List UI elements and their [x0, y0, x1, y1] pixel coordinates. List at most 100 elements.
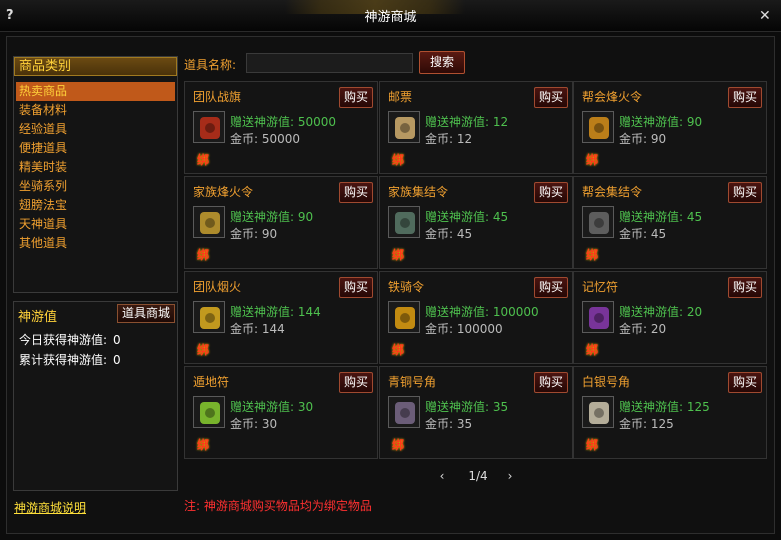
bound-badge: 绑 — [586, 248, 599, 262]
product-card[interactable]: 家族集结令 购买 赠送神游值: 45 金币: 45 绑 — [379, 176, 573, 269]
product-name: 遁地符 — [193, 375, 230, 389]
shen-you-title: 神游值 — [18, 310, 58, 325]
beacon-token-icon[interactable] — [582, 111, 614, 143]
product-card[interactable]: 记忆符 购买赠送神游值: 20 金币: 20 绑 — [573, 271, 767, 364]
prev-page-button[interactable]: ‹ — [434, 467, 450, 485]
rally-token-icon[interactable] — [388, 206, 420, 238]
product-card[interactable]: 遁地符 购买赠送神游值: 30 金币: 30 绑 — [184, 366, 378, 459]
buy-button[interactable]: 购买 — [534, 372, 568, 393]
notice-text: 注: 神游商城购买物品均为绑定物品 — [184, 499, 372, 513]
product-grid: 团队战旗 购买 赠送神游值: 50000 金币: 50000 绑邮票 购买 赠送神游值: 1… — [184, 81, 770, 460]
bound-badge: 绑 — [392, 438, 405, 452]
product-name: 青铜号角 — [388, 375, 437, 389]
price: 金币: 90 — [619, 132, 667, 146]
product-name: 帮会烽火令 — [582, 90, 643, 104]
category-item-other[interactable]: 其他道具 — [14, 234, 177, 253]
total-value-label: 累计获得神游值: — [19, 353, 108, 367]
price: 金币: 35 — [425, 417, 473, 431]
bound-badge: 绑 — [586, 438, 599, 452]
buy-button[interactable]: 购买 — [728, 277, 762, 298]
today-value: 0 — [113, 333, 121, 347]
buy-button[interactable]: 购买 — [534, 87, 568, 108]
buy-button[interactable]: 购买 — [339, 372, 373, 393]
product-card[interactable]: 团队战旗 购买 赠送神游值: 50000 金币: 50000 绑 — [184, 81, 378, 174]
buy-button[interactable]: 购买 — [728, 87, 762, 108]
price: 金币: 20 — [619, 322, 667, 336]
product-name: 团队战旗 — [193, 90, 242, 104]
category-item-hot[interactable]: 热卖商品 — [16, 82, 175, 101]
product-card[interactable]: 帮会烽火令 购买 赠送神游值: 90 金币: 90 绑 — [573, 81, 767, 174]
bound-badge: 绑 — [197, 153, 210, 167]
product-card[interactable]: 帮会集结令 购买 赠送神游值: 45 金币: 45 绑 — [573, 176, 767, 269]
escape-talisman-icon[interactable] — [193, 396, 225, 428]
product-card[interactable]: 邮票 购买 赠送神游值: 12 金币: 12 绑 — [379, 81, 573, 174]
bound-badge: 绑 — [392, 153, 405, 167]
product-card[interactable]: 青铜号角 购买 赠送神游值: 35 金币: 35 绑 — [379, 366, 573, 459]
bound-badge: 绑 — [197, 248, 210, 262]
total-value: 0 — [113, 353, 121, 367]
price: 金币: 50000 — [230, 132, 301, 146]
shop-help-link[interactable]: 神游商城说明 — [14, 499, 86, 516]
rally-token-icon[interactable] — [582, 206, 614, 238]
gift-value: 赠送神游值: 50000 — [230, 115, 337, 129]
stamp-icon[interactable] — [388, 111, 420, 143]
category-list: 热卖商品 装备材料 经验道具 便捷道具 精美时装 坐骑系列 翅膀法宝 天神道具 … — [14, 76, 177, 253]
page-indicator: 1/4 — [468, 469, 488, 483]
bound-badge: 绑 — [586, 343, 599, 357]
buy-button[interactable]: 购买 — [339, 182, 373, 203]
firework-icon[interactable] — [193, 301, 225, 333]
category-header: 商品类别 — [14, 57, 177, 76]
price: 金币: 30 — [230, 417, 278, 431]
product-card[interactable]: 白银号角 购买 赠送神游值: 125 金币: 125 绑 — [573, 366, 767, 459]
buy-button[interactable]: 购买 — [534, 277, 568, 298]
category-item-mounts[interactable]: 坐骑系列 — [14, 177, 177, 196]
category-item-deity[interactable]: 天神道具 — [14, 215, 177, 234]
product-card[interactable]: 团队烟火 购买 赠送神游值: 144 金币: 144 绑 — [184, 271, 378, 364]
price: 金币: 90 — [230, 227, 278, 241]
next-page-button[interactable]: › — [502, 467, 518, 485]
buy-button[interactable]: 购买 — [534, 182, 568, 203]
memory-talisman-icon[interactable] — [582, 301, 614, 333]
beacon-token-icon[interactable] — [193, 206, 225, 238]
category-item-fashion[interactable]: 精美时装 — [14, 158, 177, 177]
category-item-wings[interactable]: 翅膀法宝 — [14, 196, 177, 215]
pager: ‹ 1/4 › — [430, 466, 522, 488]
close-icon[interactable]: ✕ — [759, 8, 773, 24]
title-bar: ? 神游商城 ✕ — [0, 0, 781, 32]
cavalry-token-icon[interactable] — [388, 301, 420, 333]
product-card[interactable]: 家族烽火令 购买赠送神游值: 90 金币: 90 绑 — [184, 176, 378, 269]
gift-value: 赠送神游值: 20 — [619, 305, 703, 319]
category-item-exp-items[interactable]: 经验道具 — [14, 120, 177, 139]
item-shop-button[interactable]: 道具商城 — [117, 304, 175, 323]
search-label: 道具名称: — [184, 58, 237, 72]
buy-button[interactable]: 购买 — [339, 87, 373, 108]
bronze-horn-icon[interactable] — [388, 396, 420, 428]
gift-value: 赠送神游值: 30 — [230, 400, 314, 414]
buy-button[interactable]: 购买 — [339, 277, 373, 298]
category-item-equipment-materials[interactable]: 装备材料 — [14, 101, 177, 120]
price: 金币: 144 — [230, 322, 285, 336]
product-card[interactable]: 铁骑令 购买 赠送神游值: 100000 金币: 100000 绑 — [379, 271, 573, 364]
buy-button[interactable]: 购买 — [728, 372, 762, 393]
category-panel: 商品类别 热卖商品 装备材料 经验道具 便捷道具 精美时装 坐骑系列 翅膀法宝 … — [13, 56, 178, 293]
product-name: 记忆符 — [582, 280, 619, 294]
product-name: 家族集结令 — [388, 185, 449, 199]
silver-horn-icon[interactable] — [582, 396, 614, 428]
product-name: 家族烽火令 — [193, 185, 254, 199]
category-item-convenience[interactable]: 便捷道具 — [14, 139, 177, 158]
buy-button[interactable]: 购买 — [728, 182, 762, 203]
gift-value: 赠送神游值: 144 — [230, 305, 321, 319]
gift-value: 赠送神游值: 90 — [230, 210, 314, 224]
today-value-row: 今日获得神游值: 0 — [14, 330, 177, 350]
bound-badge: 绑 — [392, 343, 405, 357]
product-name: 帮会集结令 — [582, 185, 643, 199]
price: 金币: 100000 — [425, 322, 503, 336]
gift-value: 赠送神游值: 12 — [425, 115, 509, 129]
search-input[interactable] — [246, 53, 413, 73]
bound-badge: 绑 — [197, 438, 210, 452]
bound-badge: 绑 — [197, 343, 210, 357]
search-button[interactable]: 搜索 — [419, 51, 465, 74]
price: 金币: 125 — [619, 417, 674, 431]
bound-badge: 绑 — [586, 153, 599, 167]
flag-icon[interactable] — [193, 111, 225, 143]
